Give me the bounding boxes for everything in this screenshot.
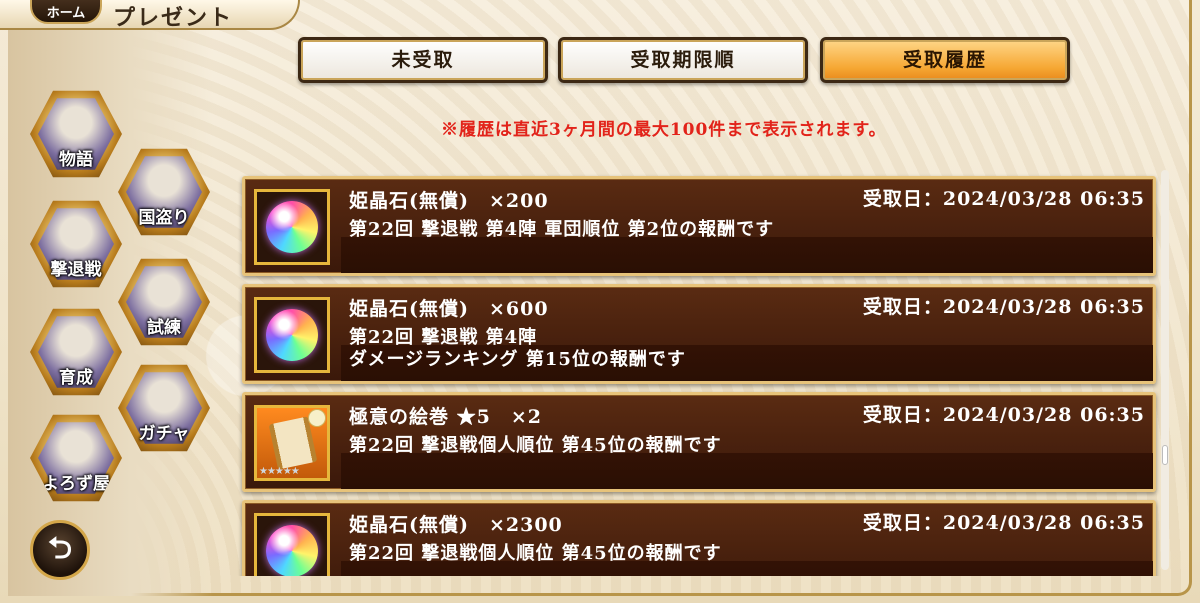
- list-item: 姫晶石(無償) ×200 受取日：2024/03/28 06:35 第22回 撃…: [242, 176, 1156, 276]
- tab-unreceived[interactable]: 未受取: [298, 37, 548, 83]
- item-received-date: 受取日：2024/03/28 06:35: [862, 188, 1145, 210]
- item-description: 第22回 撃退戦 第4陣 ダメージランキング 第15位の報酬です: [349, 327, 686, 370]
- history-notice: ※履歴は直近3ヶ月間の最大100件まで表示されます。: [441, 120, 887, 140]
- rainbow-orb-icon: [254, 189, 330, 265]
- item-band: [341, 453, 1153, 489]
- rarity-stars: ★★★★★: [259, 466, 300, 477]
- item-name: 姫晶石(無償) ×600: [349, 298, 549, 320]
- present-history-list[interactable]: 姫晶石(無償) ×200 受取日：2024/03/28 06:35 第22回 撃…: [236, 164, 1164, 576]
- item-description: 第22回 撃退戦 第4陣 軍団順位 第2位の報酬です: [349, 219, 775, 240]
- item-name: 姫晶石(無償) ×2300: [349, 514, 563, 536]
- list-item: ★★★★★ 極意の絵巻 ★5 ×2 受取日：2024/03/28 06:35 第…: [242, 392, 1156, 492]
- item-description: 第22回 撃退戦個人順位 第45位の報酬です: [349, 435, 722, 456]
- item-name: 姫晶石(無償) ×200: [349, 190, 549, 212]
- list-item: 姫晶石(無償) ×2300 受取日：2024/03/28 06:35 第22回 …: [242, 500, 1156, 576]
- orb-shape: [266, 309, 318, 361]
- item-received-date: 受取日：2024/03/28 06:35: [862, 296, 1145, 318]
- home-button[interactable]: ホーム: [30, 0, 102, 24]
- title-plate: ホーム プレゼント: [0, 0, 300, 31]
- item-band: [341, 237, 1153, 273]
- tab-received-history[interactable]: 受取履歴: [820, 37, 1070, 83]
- tab-by-deadline[interactable]: 受取期限順: [558, 37, 808, 83]
- list-item: 姫晶石(無償) ×600 受取日：2024/03/28 06:35 第22回 撃…: [242, 284, 1156, 384]
- back-button[interactable]: ⮌: [30, 520, 90, 580]
- rainbow-orb-icon: [254, 297, 330, 373]
- orb-shape: [266, 201, 318, 253]
- item-received-date: 受取日：2024/03/28 06:35: [862, 404, 1145, 426]
- back-arrow-icon: ⮌: [47, 531, 73, 566]
- scroll-icon: ★★★★★: [254, 405, 330, 481]
- scrollbar-thumb[interactable]: [1162, 445, 1168, 465]
- item-received-date: 受取日：2024/03/28 06:35: [862, 512, 1145, 534]
- item-description: 第22回 撃退戦個人順位 第45位の報酬です: [349, 543, 722, 564]
- list-scrollbar[interactable]: [1161, 170, 1169, 570]
- rainbow-orb-icon: [254, 513, 330, 576]
- item-name: 極意の絵巻 ★5 ×2: [349, 406, 542, 428]
- orb-shape: [266, 525, 318, 576]
- badge-icon: [308, 409, 326, 427]
- page-title: プレゼント: [113, 5, 234, 31]
